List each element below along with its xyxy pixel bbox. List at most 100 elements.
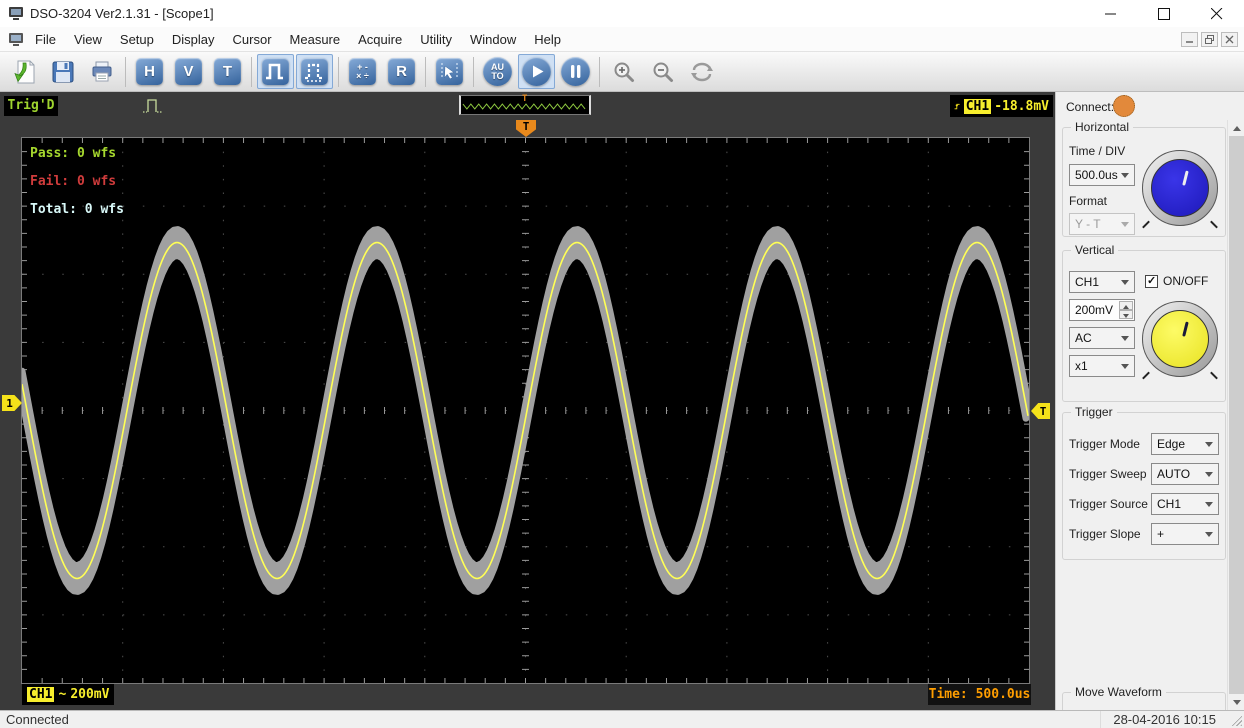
coupling-select[interactable]: AC	[1069, 327, 1135, 349]
mask-edit-button[interactable]	[296, 54, 333, 89]
child-close-button[interactable]	[1221, 32, 1238, 47]
vertical-knob[interactable]	[1142, 301, 1218, 377]
toolbar-separator	[473, 57, 474, 87]
trigger-slope-select[interactable]: +	[1151, 523, 1219, 545]
reference-button[interactable]: R	[383, 54, 420, 89]
trigger-mode-select[interactable]: Edge	[1151, 433, 1219, 455]
preview-trigger-marker[interactable]: T	[522, 94, 527, 104]
trigger-setup-button[interactable]: T	[209, 54, 246, 89]
save-button[interactable]	[44, 54, 81, 89]
window-title: DSO-3204 Ver2.1.31 - [Scope1]	[30, 6, 214, 21]
menu-cursor[interactable]: Cursor	[224, 29, 281, 50]
menu-items: File View Setup Display Cursor Measure A…	[26, 27, 570, 52]
reference-letter-icon: R	[388, 58, 415, 85]
chevron-down-icon	[1205, 532, 1213, 537]
menu-view[interactable]: View	[65, 29, 111, 50]
zoom-out-icon	[650, 59, 676, 85]
menu-file[interactable]: File	[26, 29, 65, 50]
sync-button[interactable]	[683, 54, 720, 89]
stepper-down-icon[interactable]	[1119, 310, 1133, 319]
resize-grip[interactable]	[1229, 713, 1242, 726]
scrollbar-thumb[interactable]	[1229, 136, 1244, 694]
scope-graticule[interactable]: Pass: 0 wfs Fail: 0 wfs Total: 0 wfs	[21, 137, 1030, 684]
mask-test-button[interactable]	[257, 54, 294, 89]
menu-acquire[interactable]: Acquire	[349, 29, 411, 50]
menu-utility[interactable]: Utility	[411, 29, 461, 50]
zoom-in-button[interactable]	[605, 54, 642, 89]
vertical-setup-button[interactable]: V	[170, 54, 207, 89]
trigger-slope-value: +	[1157, 527, 1164, 541]
panel-scrollbar	[1227, 120, 1244, 710]
channel-scale-value: 200mV	[70, 687, 109, 702]
child-minimize-icon	[1185, 35, 1194, 44]
scrollbar-up-icon[interactable]	[1228, 120, 1244, 136]
menu-help[interactable]: Help	[525, 29, 570, 50]
vertical-letter-icon: V	[175, 58, 202, 85]
trigger-source-select[interactable]: CH1	[1151, 493, 1219, 515]
format-label: Format	[1069, 194, 1107, 208]
horizontal-letter-icon: H	[136, 58, 163, 85]
stepper-up-icon[interactable]	[1119, 301, 1133, 310]
acquisition-pulse-icon	[142, 95, 170, 117]
onoff-checkbox[interactable]	[1145, 275, 1158, 288]
horizontal-setup-button[interactable]: H	[131, 54, 168, 89]
print-icon	[89, 59, 115, 85]
chevron-down-icon	[1121, 280, 1129, 285]
child-window-controls	[1181, 32, 1238, 47]
math-button[interactable]: + -× ÷	[344, 54, 381, 89]
zoom-in-icon	[611, 59, 637, 85]
close-button[interactable]	[1200, 0, 1234, 27]
trigger-group: Trigger Trigger Mode Edge Trigger Sweep …	[1062, 412, 1226, 560]
time-div-select[interactable]: 500.0us	[1069, 164, 1135, 186]
channel-select-value: CH1	[1075, 275, 1099, 289]
chevron-down-icon	[1121, 336, 1129, 341]
menu-setup[interactable]: Setup	[111, 29, 163, 50]
knob-pointer	[1182, 170, 1189, 185]
child-minimize-button[interactable]	[1181, 32, 1198, 47]
child-restore-button[interactable]	[1201, 32, 1218, 47]
channel-badge-name: CH1	[27, 687, 54, 702]
chevron-down-icon	[1121, 173, 1129, 178]
horizontal-knob[interactable]	[1142, 150, 1218, 226]
menu-measure[interactable]: Measure	[281, 29, 350, 50]
volts-div-stepper[interactable]: 200mV	[1069, 299, 1135, 321]
control-panel: Connect: Horizontal Time / DIV 500.0us F…	[1055, 92, 1244, 710]
print-button[interactable]	[83, 54, 120, 89]
open-icon	[10, 58, 38, 86]
vertical-group: Vertical CH1 ON/OFF 200mV AC x	[1062, 250, 1226, 402]
toolbar-separator	[338, 57, 339, 87]
minimize-button[interactable]	[1094, 0, 1128, 27]
mask-fail-count: Fail: 0 wfs	[30, 174, 116, 189]
volts-div-value: 200mV	[1075, 303, 1113, 317]
menu-display[interactable]: Display	[163, 29, 224, 50]
trigger-sweep-label: Trigger Sweep	[1069, 467, 1147, 481]
trigger-level-marker[interactable]: T	[1031, 403, 1050, 419]
zoom-out-button[interactable]	[644, 54, 681, 89]
trigger-channel-badge: CH1	[964, 99, 991, 114]
move-waveform-group: Move Waveform	[1062, 692, 1226, 710]
time-div-value: 500.0us	[1075, 168, 1118, 182]
channel-onoff-row: ON/OFF	[1145, 274, 1208, 288]
probe-select[interactable]: x1	[1069, 355, 1135, 377]
waveform-preview-bar[interactable]: T	[459, 95, 591, 115]
maximize-icon	[1158, 8, 1170, 20]
menu-window[interactable]: Window	[461, 29, 525, 50]
horizontal-knob-face	[1151, 159, 1209, 217]
mask-total-count: Total: 0 wfs	[30, 202, 124, 217]
channel-select[interactable]: CH1	[1069, 271, 1135, 293]
open-button[interactable]	[5, 54, 42, 89]
cursor-button[interactable]	[431, 54, 468, 89]
autoset-button[interactable]: AUTO	[479, 54, 516, 89]
save-icon	[50, 59, 76, 85]
trigger-source-value: CH1	[1157, 497, 1181, 511]
trigger-sweep-select[interactable]: AUTO	[1151, 463, 1219, 485]
channel1-position-marker[interactable]: 1	[2, 395, 22, 411]
toolbar: H V T + -× ÷ R	[0, 52, 1244, 92]
run-button[interactable]	[518, 54, 555, 89]
scrollbar-down-icon[interactable]	[1228, 694, 1244, 710]
pause-button[interactable]	[557, 54, 594, 89]
trigger-position-marker[interactable]: T	[516, 120, 536, 137]
stepper-buttons	[1119, 301, 1133, 319]
format-value: Y - T	[1075, 217, 1101, 231]
maximize-button[interactable]	[1147, 0, 1181, 27]
